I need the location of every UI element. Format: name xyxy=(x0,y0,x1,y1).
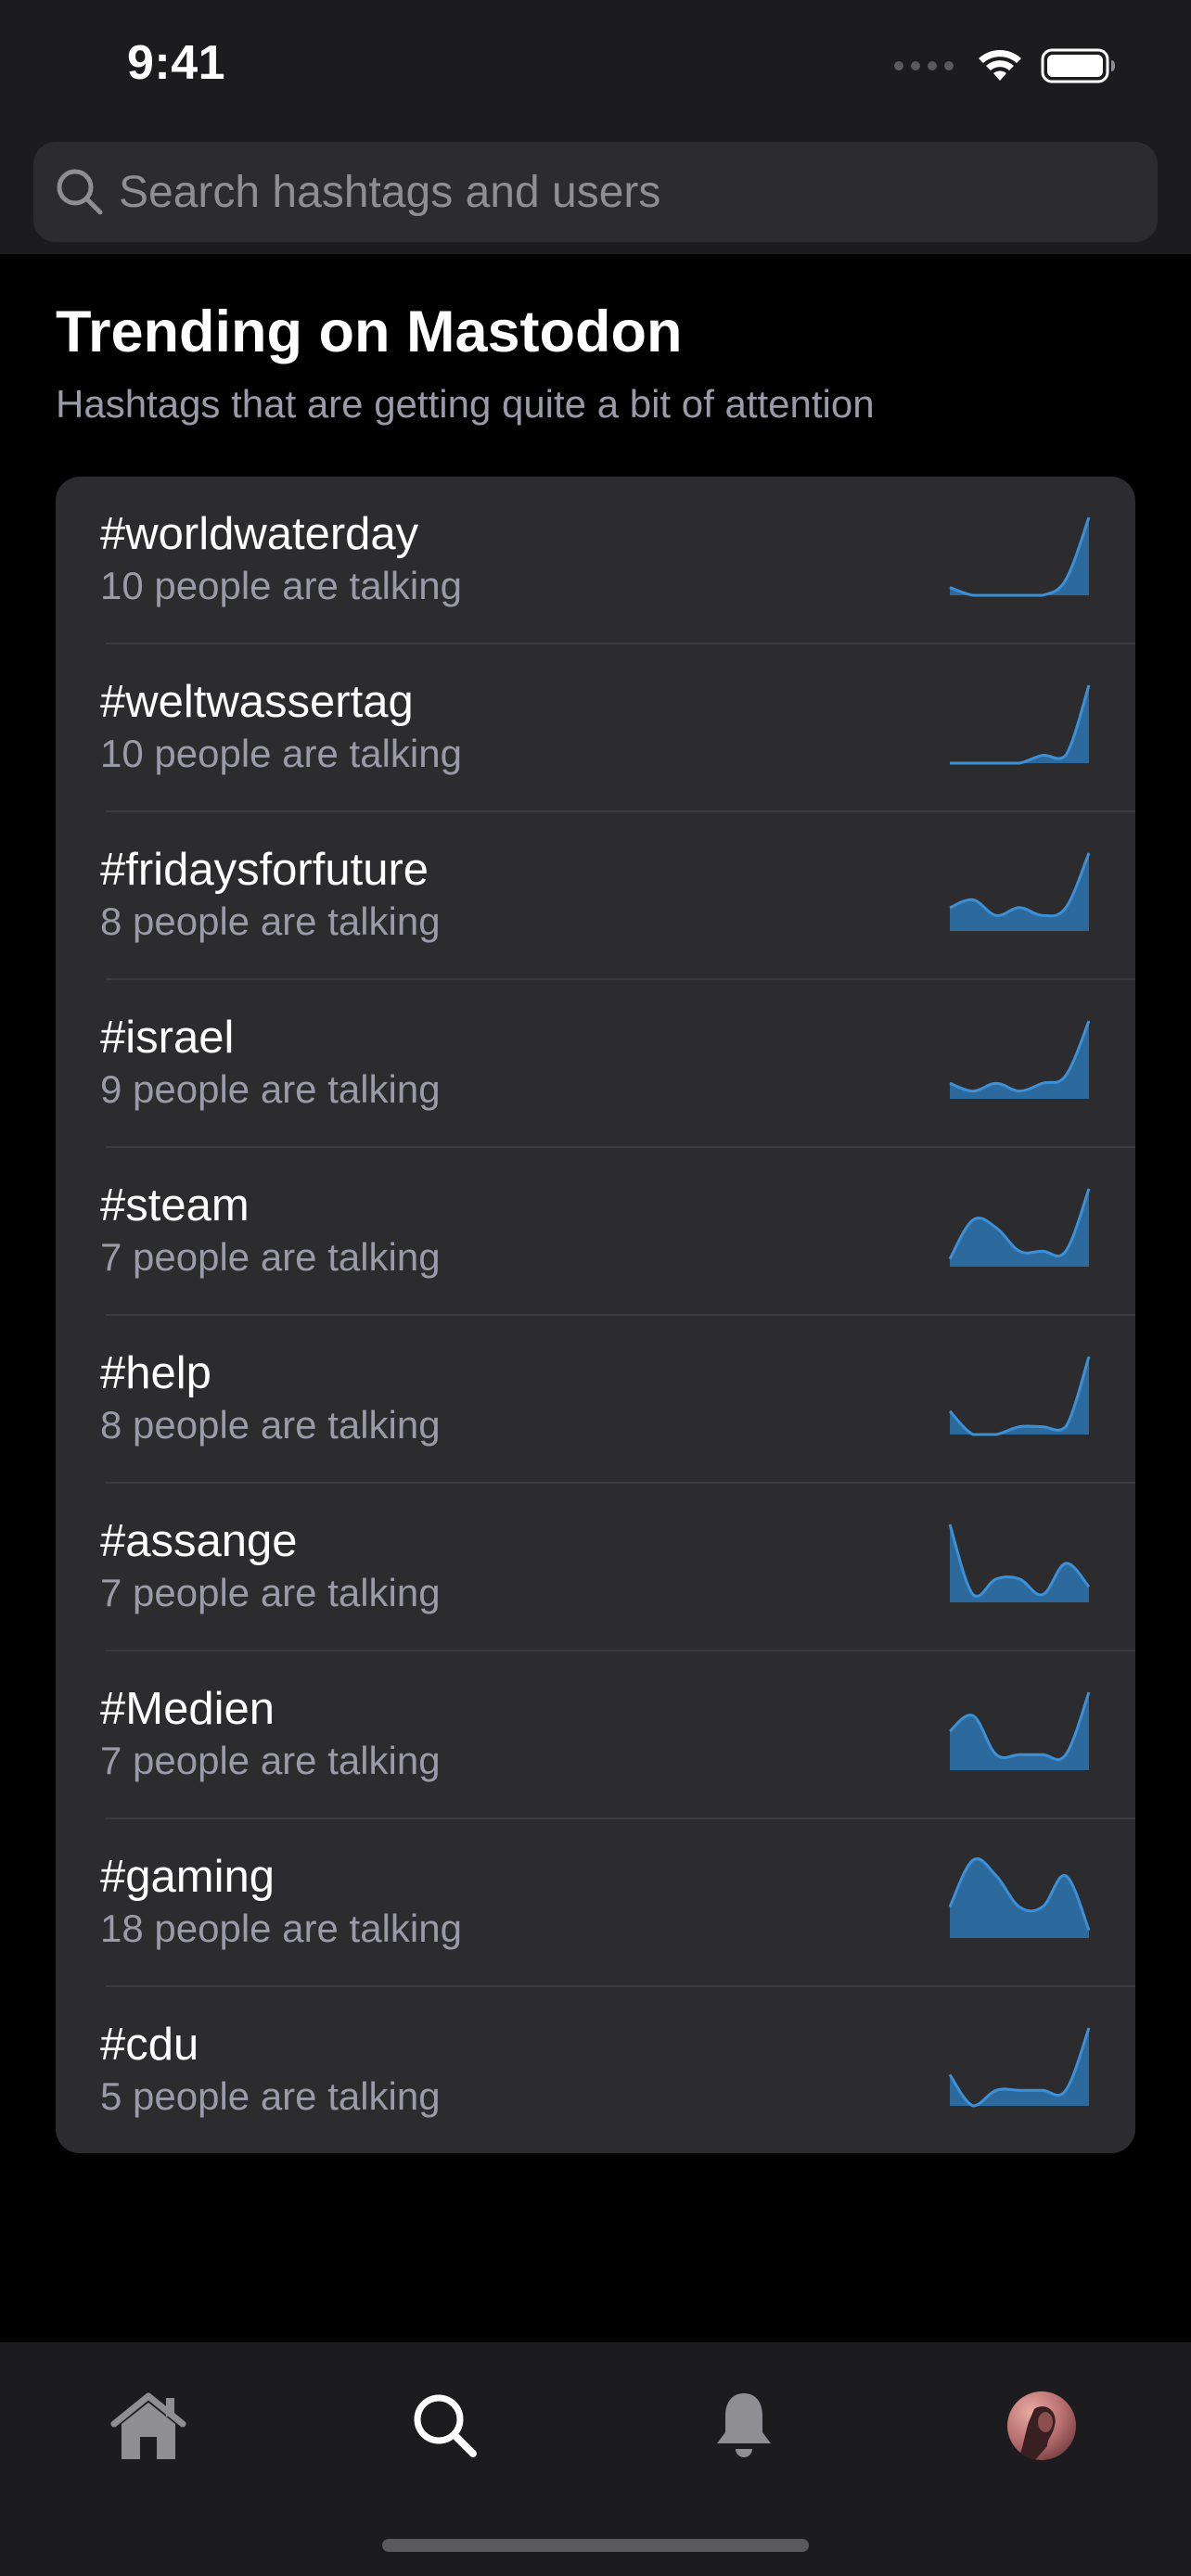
search-input[interactable] xyxy=(119,142,1121,242)
trend-count: 10 people are talking xyxy=(100,564,462,607)
trend-sparkline xyxy=(948,1524,1091,1602)
search-icon xyxy=(414,2394,477,2457)
tab-home[interactable] xyxy=(102,2379,195,2472)
trend-row[interactable]: #steam 7 people are talking xyxy=(56,1148,1135,1316)
trend-sparkline xyxy=(948,2027,1091,2108)
trend-count: 5 people are talking xyxy=(100,2074,441,2118)
cellular-signal-icon xyxy=(894,61,954,70)
trend-count: 7 people are talking xyxy=(100,1739,441,1782)
battery-icon xyxy=(1041,48,1115,83)
trend-hashtag: #weltwassertag xyxy=(100,677,414,727)
trend-hashtag: #help xyxy=(100,1348,211,1398)
sparkline-line xyxy=(949,684,1091,765)
trending-list: #worldwaterday 10 people are talking #we… xyxy=(56,477,1135,2153)
page-subtitle: Hashtags that are getting quite a bit of… xyxy=(56,382,875,426)
trend-sparkline xyxy=(948,1356,1091,1436)
trend-hashtag: #steam xyxy=(100,1180,250,1231)
wifi-icon xyxy=(979,50,1021,81)
trend-hashtag: #israel xyxy=(100,1013,235,1063)
trend-hashtag: #worldwaterday xyxy=(100,509,419,559)
trend-count: 7 people are talking xyxy=(100,1235,441,1279)
trend-hashtag: #cdu xyxy=(100,2020,199,2070)
tab-bar xyxy=(0,2342,1191,2576)
trend-count: 7 people are talking xyxy=(100,1571,441,1614)
trend-row[interactable]: #fridaysforfuture 8 people are talking xyxy=(56,812,1135,980)
sparkline-area xyxy=(950,1858,1089,1938)
trend-count: 9 people are talking xyxy=(100,1067,441,1111)
sparkline-area xyxy=(950,2028,1089,2106)
sparkline-area xyxy=(950,517,1089,595)
trend-row[interactable]: #cdu 5 people are talking xyxy=(56,1987,1135,2153)
search-bar[interactable] xyxy=(33,142,1158,242)
trend-row[interactable]: #israel 9 people are talking xyxy=(56,980,1135,1148)
trend-hashtag: #assange xyxy=(100,1516,298,1566)
top-bar: 9:41 xyxy=(0,0,1191,254)
sparkline-area xyxy=(950,1692,1089,1770)
trend-count: 8 people are talking xyxy=(100,899,441,943)
tab-notifications[interactable] xyxy=(698,2379,790,2472)
sparkline-area xyxy=(950,1189,1089,1267)
trend-sparkline xyxy=(949,684,1091,765)
screen: 9:41 Trending on Mastodon H xyxy=(0,0,1191,2576)
tab-search[interactable] xyxy=(399,2379,492,2472)
trend-row[interactable]: #worldwaterday 10 people are talking xyxy=(56,477,1135,644)
trend-hashtag: #Medien xyxy=(100,1684,275,1734)
status-time: 9:41 xyxy=(127,36,226,90)
trend-row[interactable]: #assange 7 people are talking xyxy=(56,1484,1135,1651)
avatar xyxy=(1007,2391,1076,2460)
trend-row[interactable]: #weltwassertag 10 people are talking xyxy=(56,644,1135,812)
trend-row[interactable]: #help 8 people are talking xyxy=(56,1316,1135,1484)
bell-icon xyxy=(717,2393,771,2457)
trend-sparkline xyxy=(948,1857,1091,1938)
trend-hashtag: #gaming xyxy=(100,1852,275,1902)
trend-sparkline xyxy=(949,1020,1091,1099)
tab-profile[interactable] xyxy=(995,2379,1088,2472)
trend-row[interactable]: #gaming 18 people are talking xyxy=(56,1819,1135,1987)
sparkline-line xyxy=(948,1356,1091,1436)
trend-hashtag: #fridaysforfuture xyxy=(100,845,429,895)
sparkline-area xyxy=(950,853,1089,931)
page-title: Trending on Mastodon xyxy=(56,300,683,364)
trend-sparkline xyxy=(949,852,1091,931)
home-icon xyxy=(110,2392,186,2459)
trend-sparkline xyxy=(949,1691,1091,1770)
trend-count: 18 people are talking xyxy=(100,1906,462,1950)
home-indicator[interactable] xyxy=(382,2539,809,2552)
status-icons xyxy=(894,43,1117,89)
trend-sparkline xyxy=(948,1188,1091,1267)
search-icon xyxy=(57,169,103,215)
trend-count: 10 people are talking xyxy=(100,732,462,775)
trend-row[interactable]: #Medien 7 people are talking xyxy=(56,1651,1135,1819)
trend-sparkline xyxy=(949,516,1091,597)
trend-count: 8 people are talking xyxy=(100,1403,441,1447)
sparkline-area xyxy=(950,1021,1089,1099)
